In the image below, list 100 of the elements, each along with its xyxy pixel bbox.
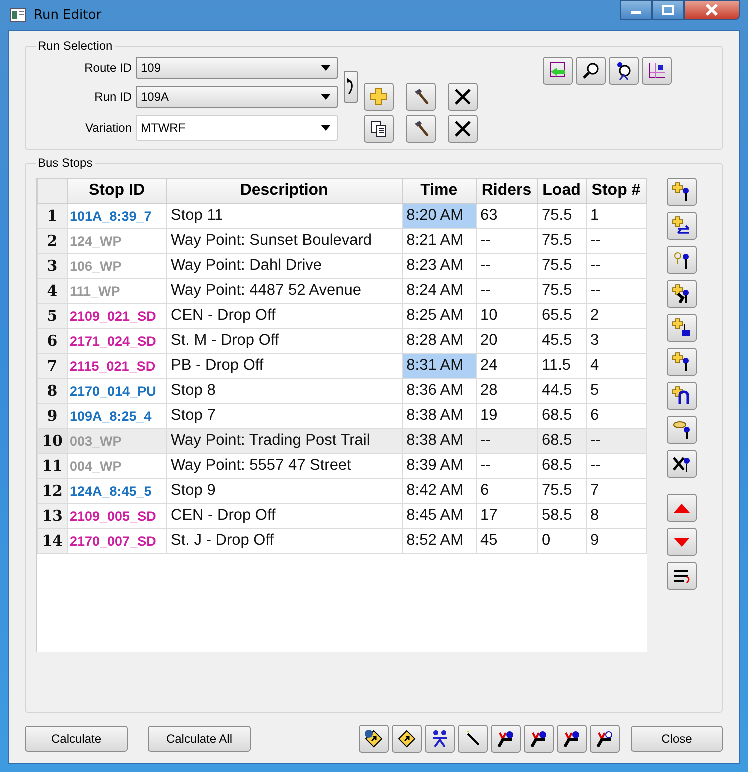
person-alert-button[interactable] [557,725,587,753]
table-cell: 8:21 AM [402,228,476,254]
person-search-button[interactable] [609,57,639,85]
table-cell: 124_WP [68,228,166,254]
table-row[interactable]: 12 124A_8:45_5 Stop 9 8:42 AM 6 75.5 7 [38,478,646,504]
calculate-button[interactable]: Calculate All [148,726,251,752]
add-pin-button[interactable] [667,178,697,206]
table-cell: 2170_007_SD [68,528,166,554]
table-cell: 8:20 AM [402,204,476,228]
pin-question-button[interactable] [667,246,697,274]
table-cell: 75.5 [538,478,586,504]
table-cell: 8:39 AM [402,454,476,478]
swap-button[interactable] [543,57,573,85]
person-clock-button[interactable] [590,725,620,753]
search-button[interactable] [576,57,606,85]
edit-button[interactable] [406,83,436,111]
cross-icon [453,87,473,107]
add-uturn-button[interactable] [667,382,697,410]
add-person-pin-icon [672,284,692,304]
table-cell: 2171_024_SD [68,328,166,354]
row-number: 10 [38,428,68,454]
table-cell: Way Point: Dahl Drive [166,254,402,278]
table-cell: 75.5 [538,254,586,278]
table-cell: 11.5 [538,354,586,378]
table-row[interactable]: 4 111_WP Way Point: 4487 52 Avenue 8:24 AM -- 75.5 -- [38,278,646,304]
table-cell: 004_WP [68,454,166,478]
add-person-pin-button[interactable] [667,280,697,308]
table-cell: 58.5 [538,504,586,528]
minimize-button[interactable] [620,0,652,20]
table-row[interactable]: 11 004_WP Way Point: 5557 47 Street 8:39 AM -- 68.5 -- [38,454,646,478]
table-cell: 8:52 AM [402,528,476,554]
table-cell: 45 [476,528,538,554]
expand-button[interactable] [344,71,358,103]
person-clock-icon [595,729,615,749]
table-cell: CEN - Drop Off [166,504,402,528]
table-cell: -- [476,278,538,304]
table-cell: Way Point: Sunset Boulevard [166,228,402,254]
move-up-button[interactable] [667,494,697,522]
chart-icon [647,61,667,81]
person-alert-button[interactable] [491,725,521,753]
dropdown[interactable]: MTWRF [136,115,338,141]
table-cell: 63 [476,204,538,228]
add-return-button[interactable] [667,212,697,240]
person-alert-button[interactable] [524,725,554,753]
wand-button[interactable] [458,725,488,753]
table-cell: -- [476,228,538,254]
table-row[interactable]: 6 2171_024_SD St. M - Drop Off 8:28 AM 20 45.5 3 [38,328,646,354]
table-row[interactable]: 13 2109_005_SD CEN - Drop Off 8:45 AM 17 58.5 8 [38,504,646,528]
table-row[interactable]: 7 2115_021_SD PB - Drop Off 8:31 AM 24 11.5 4 [38,354,646,378]
dropdown[interactable]: 109 [136,57,338,79]
table-row[interactable]: 1 101A_8:39_7 Stop 11 8:20 AM 63 75.5 1 [38,204,646,228]
table-cell: Stop 8 [166,378,402,404]
pin-question-icon [672,250,692,270]
delete-pin-button[interactable] [667,450,697,478]
table-cell: St. J - Drop Off [166,528,402,554]
add-marker-button[interactable] [667,348,697,376]
sign-pin-icon [672,420,692,440]
column-header[interactable]: Stop # [586,178,646,204]
sign-pin-button[interactable] [667,416,697,444]
table-cell: 003_WP [68,428,166,454]
calculate-button[interactable]: Calculate [25,726,128,752]
row-number: 12 [38,478,68,504]
table-cell: -- [586,254,646,278]
edit-button[interactable] [406,115,436,143]
close-button[interactable] [684,0,740,20]
chart-button[interactable] [642,57,672,85]
table-row[interactable]: 10 003_WP Way Point: Trading Post Trail 8:38 AM -- 68.5 -- [38,428,646,454]
column-header[interactable]: Stop ID [68,178,166,204]
table-cell: Way Point: 5557 47 Street [166,454,402,478]
table-cell: 1 [586,204,646,228]
delete-button[interactable] [448,115,478,143]
add-flag-button[interactable] [667,314,697,342]
copy-button[interactable] [364,115,394,143]
search-icon [581,61,601,81]
column-header[interactable]: Riders [476,178,538,204]
table-row[interactable]: 3 106_WP Way Point: Dahl Drive 8:23 AM -- 75.5 -- [38,254,646,278]
table-row[interactable]: 5 2109_021_SD CEN - Drop Off 8:25 AM 10 65.5 2 [38,304,646,328]
add-flag-icon [672,318,692,338]
people-button[interactable] [425,725,455,753]
table-row[interactable]: 8 2170_014_PU Stop 8 8:36 AM 28 44.5 5 [38,378,646,404]
maximize-button[interactable] [652,0,684,20]
table-cell: 0 [538,528,586,554]
column-header[interactable]: Time [402,178,476,204]
globe-sign-button[interactable] [359,725,389,753]
move-down-button[interactable] [667,528,697,556]
person-alert-icon [562,729,582,749]
sign-arrow-button[interactable] [392,725,422,753]
table-row[interactable]: 14 2170_007_SD St. J - Drop Off 8:52 AM 45 0 9 [38,528,646,554]
dropdown[interactable]: 109A [136,86,338,108]
table-row[interactable]: 2 124_WP Way Point: Sunset Boulevard 8:21 AM -- 75.5 -- [38,228,646,254]
column-header[interactable]: Load [538,178,586,204]
delete-button[interactable] [448,83,478,111]
close-button[interactable]: Close [631,726,723,752]
field-label: Variation [84,121,132,135]
table-cell: 10 [476,304,538,328]
row-number: 8 [38,378,68,404]
column-header[interactable]: Description [166,178,402,204]
table-cell: 3 [586,328,646,354]
reorder-button[interactable] [667,562,697,590]
table-cell: 8:42 AM [402,478,476,504]
